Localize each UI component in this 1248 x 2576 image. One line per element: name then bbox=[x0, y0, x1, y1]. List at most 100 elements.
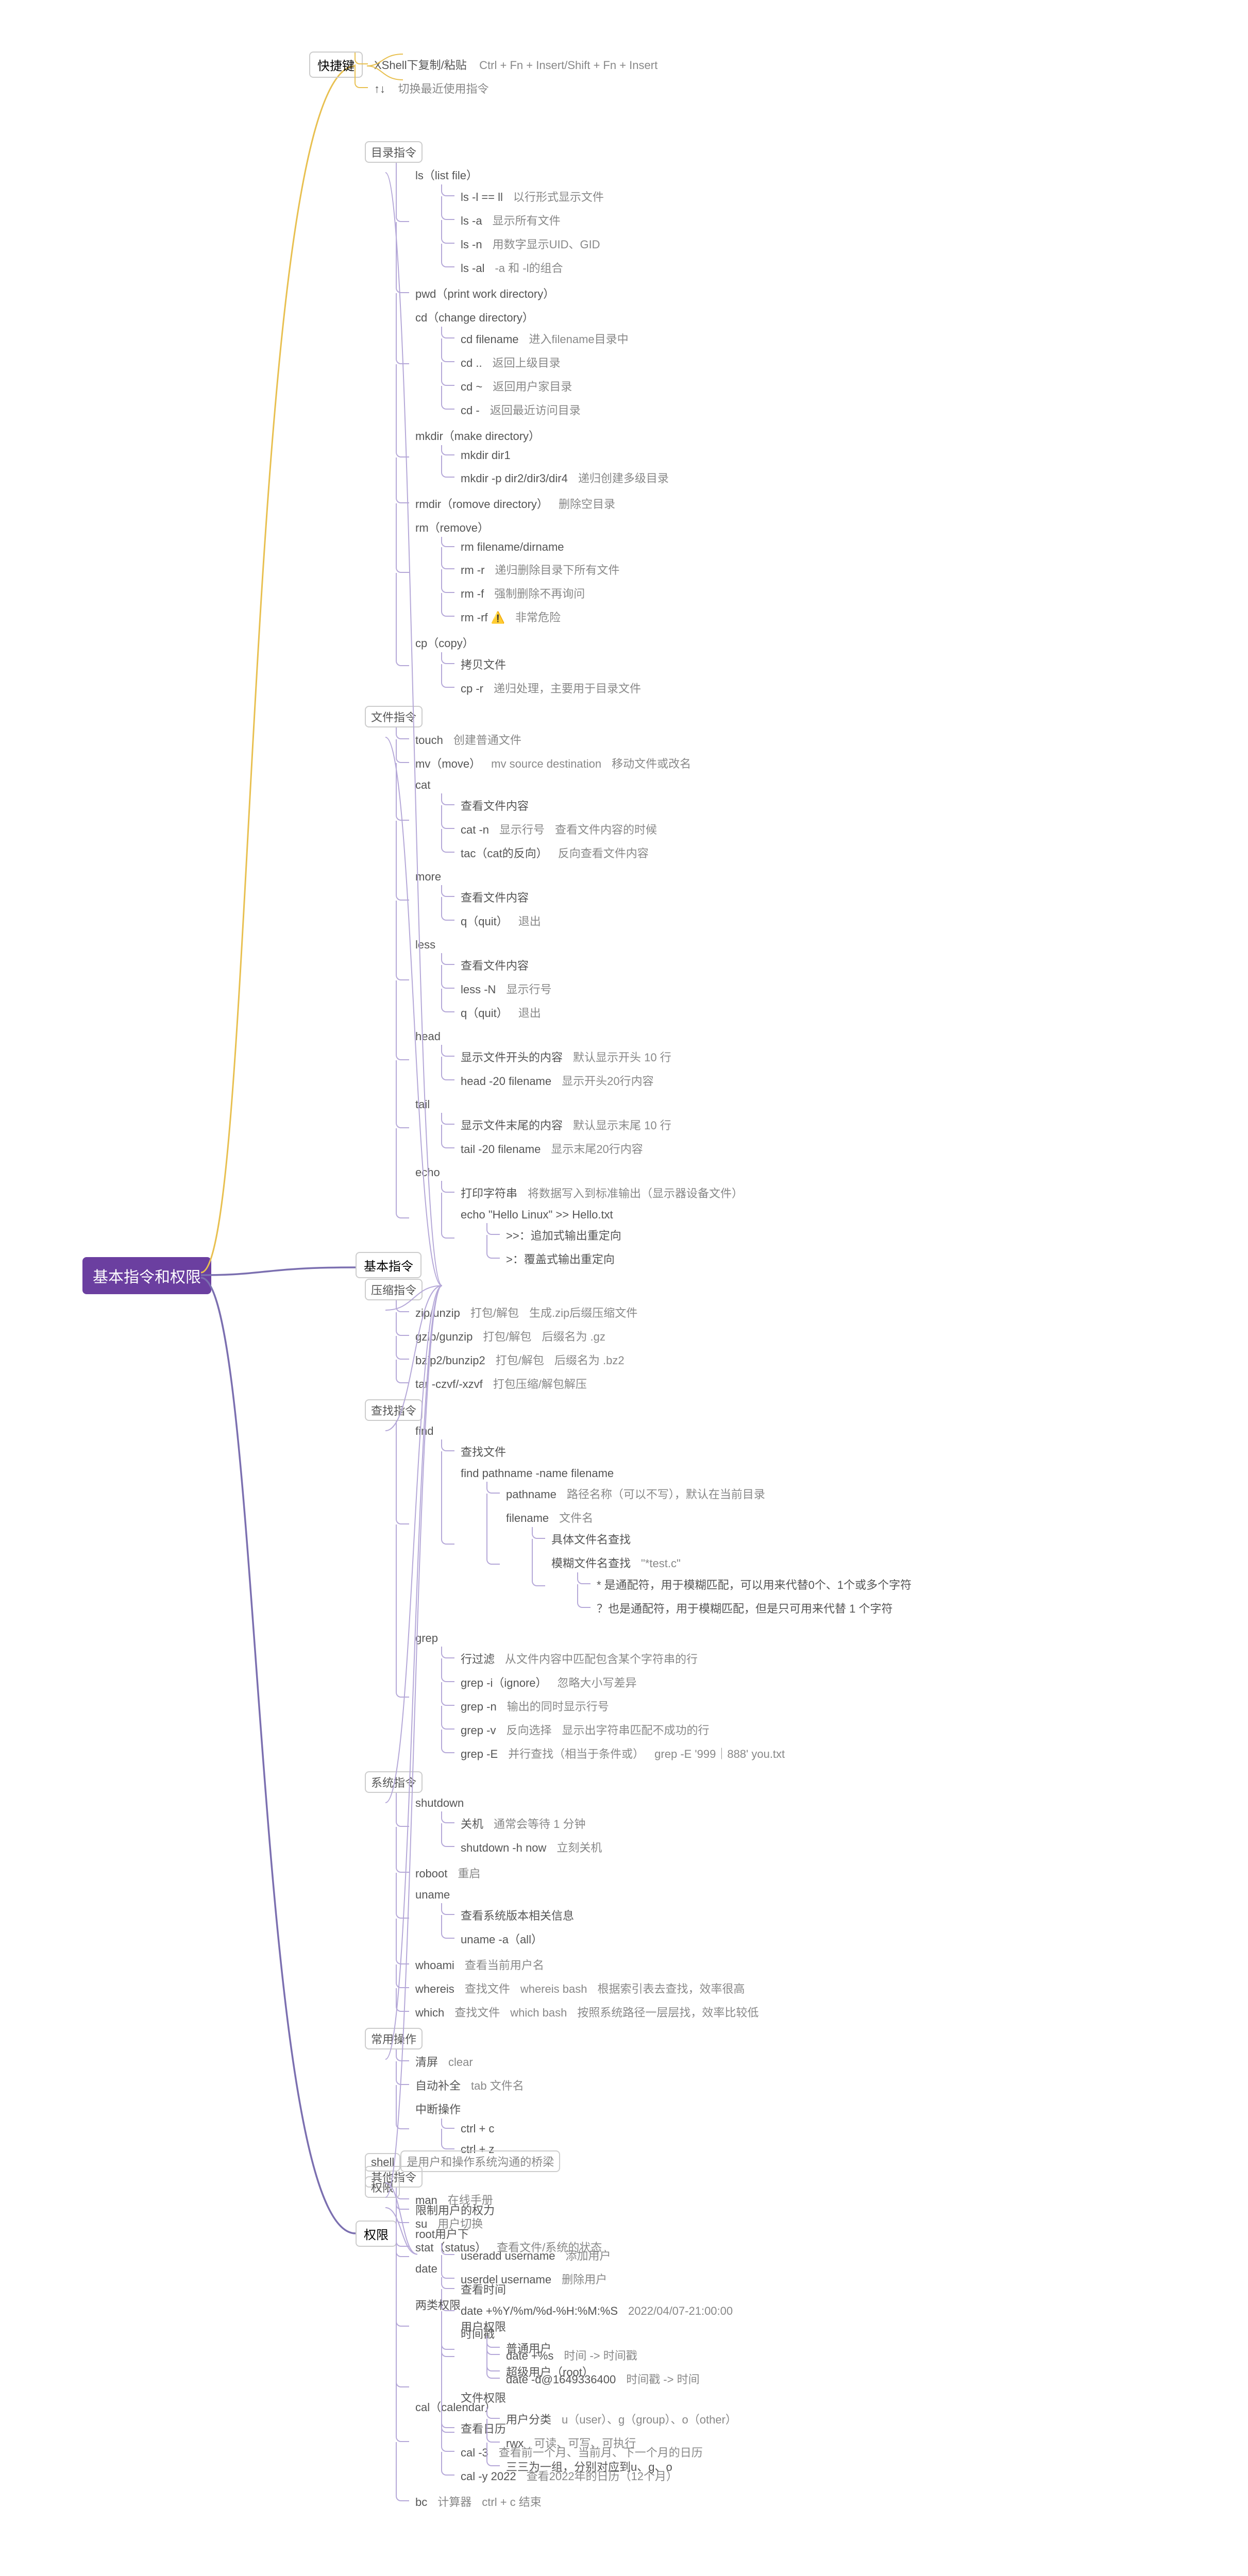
group-node[interactable]: 目录指令 bbox=[365, 141, 423, 163]
tree-node[interactable]: ls -a bbox=[456, 213, 487, 229]
tree-node[interactable]: more bbox=[410, 869, 446, 885]
tree-node[interactable]: cat bbox=[410, 777, 435, 793]
tree-node[interactable]: 行过滤 bbox=[456, 1649, 500, 1668]
tree-node[interactable]: cd ~ bbox=[456, 379, 487, 395]
tree-node[interactable]: q（quit） bbox=[456, 911, 513, 930]
tree-node[interactable]: q（quit） bbox=[456, 1003, 513, 1022]
tree-node[interactable]: cd .. bbox=[456, 355, 487, 371]
tree-node[interactable]: 普通用户 bbox=[501, 2338, 556, 2358]
tree-node[interactable]: roboot bbox=[410, 1866, 452, 1882]
tree-node[interactable]: find pathname -name filename bbox=[456, 1465, 619, 1482]
tree-node[interactable]: cd - bbox=[456, 402, 485, 419]
tree-node[interactable]: less bbox=[410, 937, 441, 953]
tree-node[interactable]: 显示文件末尾的内容 bbox=[456, 1115, 568, 1134]
tree-node[interactable]: 用户分类 bbox=[501, 2409, 556, 2429]
tree-node[interactable]: rmdir（romove directory） bbox=[410, 494, 553, 513]
tree-node[interactable]: 关机 bbox=[456, 1814, 488, 1833]
tree-node[interactable]: uname -a（all） bbox=[456, 1929, 548, 1948]
tree-node[interactable]: echo "Hello Linux" >> Hello.txt bbox=[456, 1207, 618, 1223]
tree-node[interactable]: grep -i（ignore） bbox=[456, 1672, 552, 1692]
tree-node[interactable]: bc bbox=[410, 2494, 432, 2511]
tree-node[interactable]: cp（copy） bbox=[410, 633, 479, 652]
tree-node[interactable]: ？也是通配符，用于模糊匹配，但是只可用来代替 1 个字符 bbox=[592, 1598, 898, 1618]
tree-node[interactable]: rm -rf bbox=[456, 609, 510, 626]
tree-node[interactable]: rm filename/dirname bbox=[456, 539, 569, 555]
tree-node[interactable]: 文件权限 bbox=[456, 2387, 511, 2407]
tree-node[interactable]: 权限 bbox=[365, 2176, 400, 2198]
tree-node[interactable]: 限制用户的权力 bbox=[410, 2200, 500, 2219]
tree-node[interactable]: rm -r bbox=[456, 562, 490, 579]
tree-node[interactable]: touch bbox=[410, 732, 448, 749]
tree-node[interactable]: grep -n bbox=[456, 1699, 502, 1715]
tree-node[interactable]: 模糊文件名查找 bbox=[546, 1553, 636, 1572]
tree-node[interactable]: ls（list file） bbox=[410, 165, 483, 184]
tree-node[interactable]: shutdown -h now bbox=[456, 1840, 551, 1856]
tree-node[interactable]: head -20 filename bbox=[456, 1073, 556, 1090]
tree-node[interactable]: tail bbox=[410, 1096, 435, 1113]
tree-node[interactable]: gzip/gunzip bbox=[410, 1329, 478, 1345]
root-node[interactable]: 基本指令和权限 bbox=[82, 1257, 211, 1294]
tree-node[interactable]: cd（change directory） bbox=[410, 307, 539, 327]
tree-node[interactable]: userdel username bbox=[456, 2272, 556, 2288]
tree-node[interactable]: less -N bbox=[456, 981, 501, 998]
tree-node[interactable]: 查看文件内容 bbox=[456, 795, 534, 815]
tree-node[interactable]: cp -r bbox=[456, 681, 488, 697]
tree-node[interactable]: 清屏 bbox=[410, 2052, 443, 2071]
tree-node[interactable]: bzip2/bunzip2 bbox=[410, 1352, 491, 1369]
tree-node[interactable]: 打印字符串 bbox=[456, 1183, 522, 1202]
tree-node[interactable]: >>：追加式输出重定向 bbox=[501, 1225, 627, 1245]
group-node[interactable]: 系统指令 bbox=[365, 1771, 423, 1793]
tree-node[interactable]: tar -czvf/-xzvf bbox=[410, 1376, 488, 1393]
tree-node[interactable]: 用户权限 bbox=[456, 2316, 511, 2336]
tree-node[interactable]: rm -f bbox=[456, 586, 489, 602]
tree-node[interactable]: shutdown bbox=[410, 1795, 469, 1811]
tree-node[interactable]: 自动补全 bbox=[410, 2075, 466, 2095]
tree-node[interactable]: ls -al bbox=[456, 260, 490, 277]
tree-node[interactable]: mkdir（make directory） bbox=[410, 426, 545, 445]
tree-node[interactable]: ctrl + c bbox=[456, 2121, 499, 2137]
tree-node[interactable]: whereis bbox=[410, 1981, 460, 1997]
group-node[interactable]: 查找指令 bbox=[365, 1399, 423, 1421]
tree-node[interactable]: find bbox=[410, 1423, 439, 1439]
tree-node[interactable]: 三三为一组，分别对应到u、g、o bbox=[501, 2456, 678, 2476]
tree-node[interactable]: useradd username bbox=[456, 2248, 560, 2264]
tree-node[interactable]: shell bbox=[365, 2153, 400, 2172]
tree-node[interactable]: head bbox=[410, 1028, 446, 1045]
tree-node[interactable]: which bbox=[410, 2005, 449, 2021]
tree-node[interactable]: grep -E bbox=[456, 1746, 503, 1762]
tree-node[interactable]: rm（remove） bbox=[410, 517, 494, 537]
tree-node[interactable]: pwd（print work directory） bbox=[410, 283, 560, 303]
tree-node[interactable]: tail -20 filename bbox=[456, 1141, 546, 1158]
tree-node[interactable]: 两类权限 bbox=[410, 2295, 466, 2314]
tree-node[interactable]: mkdir -p dir2/dir3/dir4 bbox=[456, 470, 573, 487]
tree-node[interactable]: 显示文件开头的内容 bbox=[456, 1047, 568, 1066]
tree-node[interactable]: 查看系统版本相关信息 bbox=[456, 1905, 579, 1925]
tree-node[interactable]: cd filename bbox=[456, 331, 524, 348]
tree-node[interactable]: ls -n bbox=[456, 236, 487, 253]
tree-node[interactable]: * 是通配符，用于模糊匹配，可以用来代替0个、1个或多个字符 bbox=[592, 1574, 917, 1594]
tree-node[interactable]: mv（move） bbox=[410, 753, 486, 773]
tree-node[interactable]: zip/unzip bbox=[410, 1305, 465, 1321]
tree-node[interactable]: filename bbox=[501, 1510, 554, 1527]
tree-node[interactable]: tac（cat的反向） bbox=[456, 843, 553, 862]
tree-node[interactable]: 查看文件内容 bbox=[456, 887, 534, 907]
tree-node[interactable]: grep bbox=[410, 1630, 443, 1647]
tree-node[interactable]: cat -n bbox=[456, 822, 494, 838]
tree-node[interactable]: pathname bbox=[501, 1486, 562, 1503]
tree-node[interactable]: 查看文件内容 bbox=[456, 955, 534, 975]
tree-node[interactable]: 具体文件名查找 bbox=[546, 1529, 636, 1549]
tree-node[interactable]: rwx bbox=[501, 2435, 529, 2452]
tree-node[interactable]: 拷贝文件 bbox=[456, 654, 511, 674]
tree-node[interactable]: whoami bbox=[410, 1957, 460, 1974]
tree-node[interactable]: mkdir dir1 bbox=[456, 447, 516, 464]
tree-node[interactable]: 查找文件 bbox=[456, 1442, 511, 1461]
tree-node[interactable]: >：覆盖式输出重定向 bbox=[501, 1249, 620, 1268]
tree-node[interactable]: root用户下 bbox=[410, 2224, 474, 2243]
group-node[interactable]: 常用操作 bbox=[365, 2028, 423, 2049]
tree-node[interactable]: ls -l == ll bbox=[456, 189, 508, 206]
tree-node[interactable]: uname bbox=[410, 1887, 455, 1903]
group-node[interactable]: 文件指令 bbox=[365, 706, 423, 727]
tree-node[interactable]: 中断操作 bbox=[410, 2099, 466, 2119]
tree-node[interactable]: echo bbox=[410, 1164, 445, 1181]
tree-node[interactable]: 超级用户（root） bbox=[501, 2362, 599, 2381]
